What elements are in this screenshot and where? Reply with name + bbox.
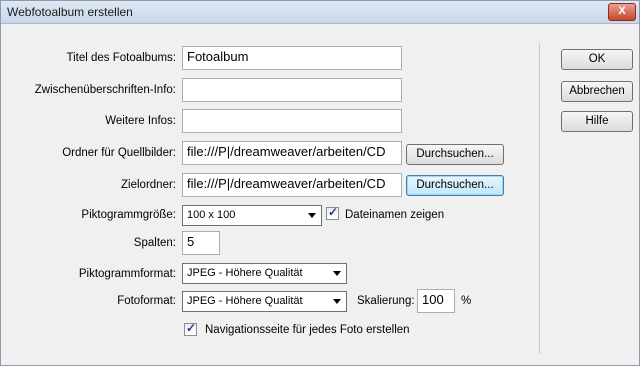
weitere-input[interactable] [182, 109, 402, 133]
dateinamen-label: Dateinamen zeigen [345, 209, 445, 221]
spalten-input[interactable]: 5 [182, 231, 220, 255]
close-button[interactable]: X [608, 3, 636, 21]
chevron-down-icon [333, 299, 341, 304]
pikto-format-select[interactable]: JPEG - Höhere Qualität [182, 263, 347, 284]
pikto-groesse-value: 100 x 100 [187, 209, 236, 221]
ok-button[interactable]: OK [561, 49, 633, 70]
title-bar: Webfotoalbum erstellen X [1, 1, 639, 24]
dateinamen-checkbox[interactable]: ✓ [326, 205, 339, 220]
zielordner-input[interactable]: file:///P|/dreamweaver/arbeiten/CD [182, 173, 402, 197]
pikto-format-value: JPEG - Höhere Qualität [187, 267, 303, 279]
cancel-button[interactable]: Abbrechen [561, 81, 633, 102]
skalierung-label: Skalierung: [357, 295, 415, 307]
dialog-window: Webfotoalbum erstellen X Titel des Fotoa… [0, 0, 640, 366]
zwischen-input[interactable] [182, 78, 402, 102]
quellordner-label: Ordner für Quellbilder: [62, 147, 176, 159]
pikto-groesse-label: Piktogrammgröße: [81, 209, 176, 221]
quellordner-input[interactable]: file:///P|/dreamweaver/arbeiten/CD [182, 141, 402, 165]
titel-label: Titel des Fotoalbums: [66, 52, 176, 64]
checkmark-icon: ✓ [186, 321, 197, 335]
help-button[interactable]: Hilfe [561, 111, 633, 132]
zielordner-browse-button[interactable]: Durchsuchen... [406, 175, 504, 196]
pikto-format-label: Piktogrammformat: [78, 268, 176, 280]
skalierung-unit: % [461, 295, 472, 307]
chevron-down-icon [333, 271, 341, 276]
foto-format-value: JPEG - Höhere Qualität [187, 295, 303, 307]
navigation-checkbox[interactable]: ✓ [184, 321, 197, 336]
weitere-label: Weitere Infos: [105, 115, 176, 127]
foto-format-select[interactable]: JPEG - Höhere Qualität [182, 291, 347, 312]
skalierung-input[interactable]: 100 [417, 289, 455, 313]
zielordner-label: Zielordner: [121, 179, 176, 191]
foto-format-label: Fotoformat: [117, 295, 176, 307]
spalten-label: Spalten: [133, 237, 176, 249]
chevron-down-icon [308, 213, 316, 218]
vertical-divider [539, 43, 540, 354]
checkmark-icon: ✓ [328, 205, 339, 219]
zwischen-label: Zwischenüberschriften-Info: [34, 84, 176, 96]
quellordner-browse-button[interactable]: Durchsuchen... [406, 144, 504, 165]
pikto-groesse-select[interactable]: 100 x 100 [182, 205, 322, 226]
titel-input[interactable]: Fotoalbum [182, 46, 402, 70]
navigation-label: Navigationsseite für jedes Foto erstelle… [205, 324, 410, 336]
dialog-title: Webfotoalbum erstellen [7, 5, 133, 19]
